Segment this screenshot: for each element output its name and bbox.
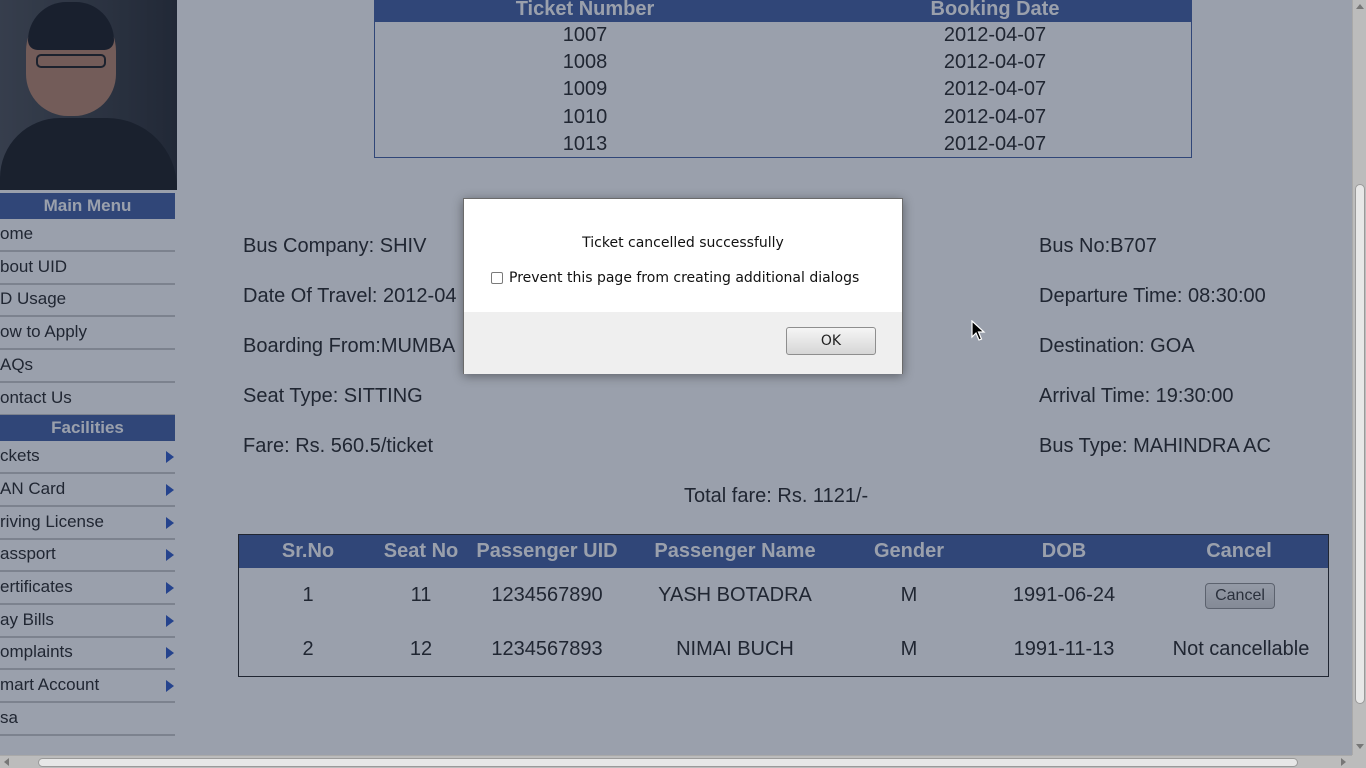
dialog-footer: OK <box>464 312 902 374</box>
prevent-dialogs-label[interactable]: Prevent this page from creating addition… <box>509 270 859 286</box>
scroll-down-icon[interactable] <box>1356 744 1364 749</box>
mouse-cursor-icon <box>971 320 986 341</box>
scrollbar-corner <box>1352 755 1366 768</box>
ok-button[interactable]: OK <box>786 327 876 355</box>
horizontal-scroll-thumb[interactable] <box>38 758 1298 767</box>
alert-dialog: Ticket cancelled successfully Prevent th… <box>463 198 903 374</box>
modal-overlay <box>0 0 1366 768</box>
horizontal-scrollbar[interactable] <box>0 755 1352 768</box>
scroll-left-icon[interactable] <box>4 758 9 766</box>
vertical-scroll-thumb[interactable] <box>1355 184 1365 704</box>
prevent-dialogs-checkbox[interactable] <box>491 272 503 284</box>
vertical-scrollbar[interactable] <box>1352 0 1366 755</box>
scroll-up-icon[interactable] <box>1356 4 1364 9</box>
scroll-right-icon[interactable] <box>1341 758 1346 766</box>
dialog-message: Ticket cancelled successfully <box>582 235 784 251</box>
